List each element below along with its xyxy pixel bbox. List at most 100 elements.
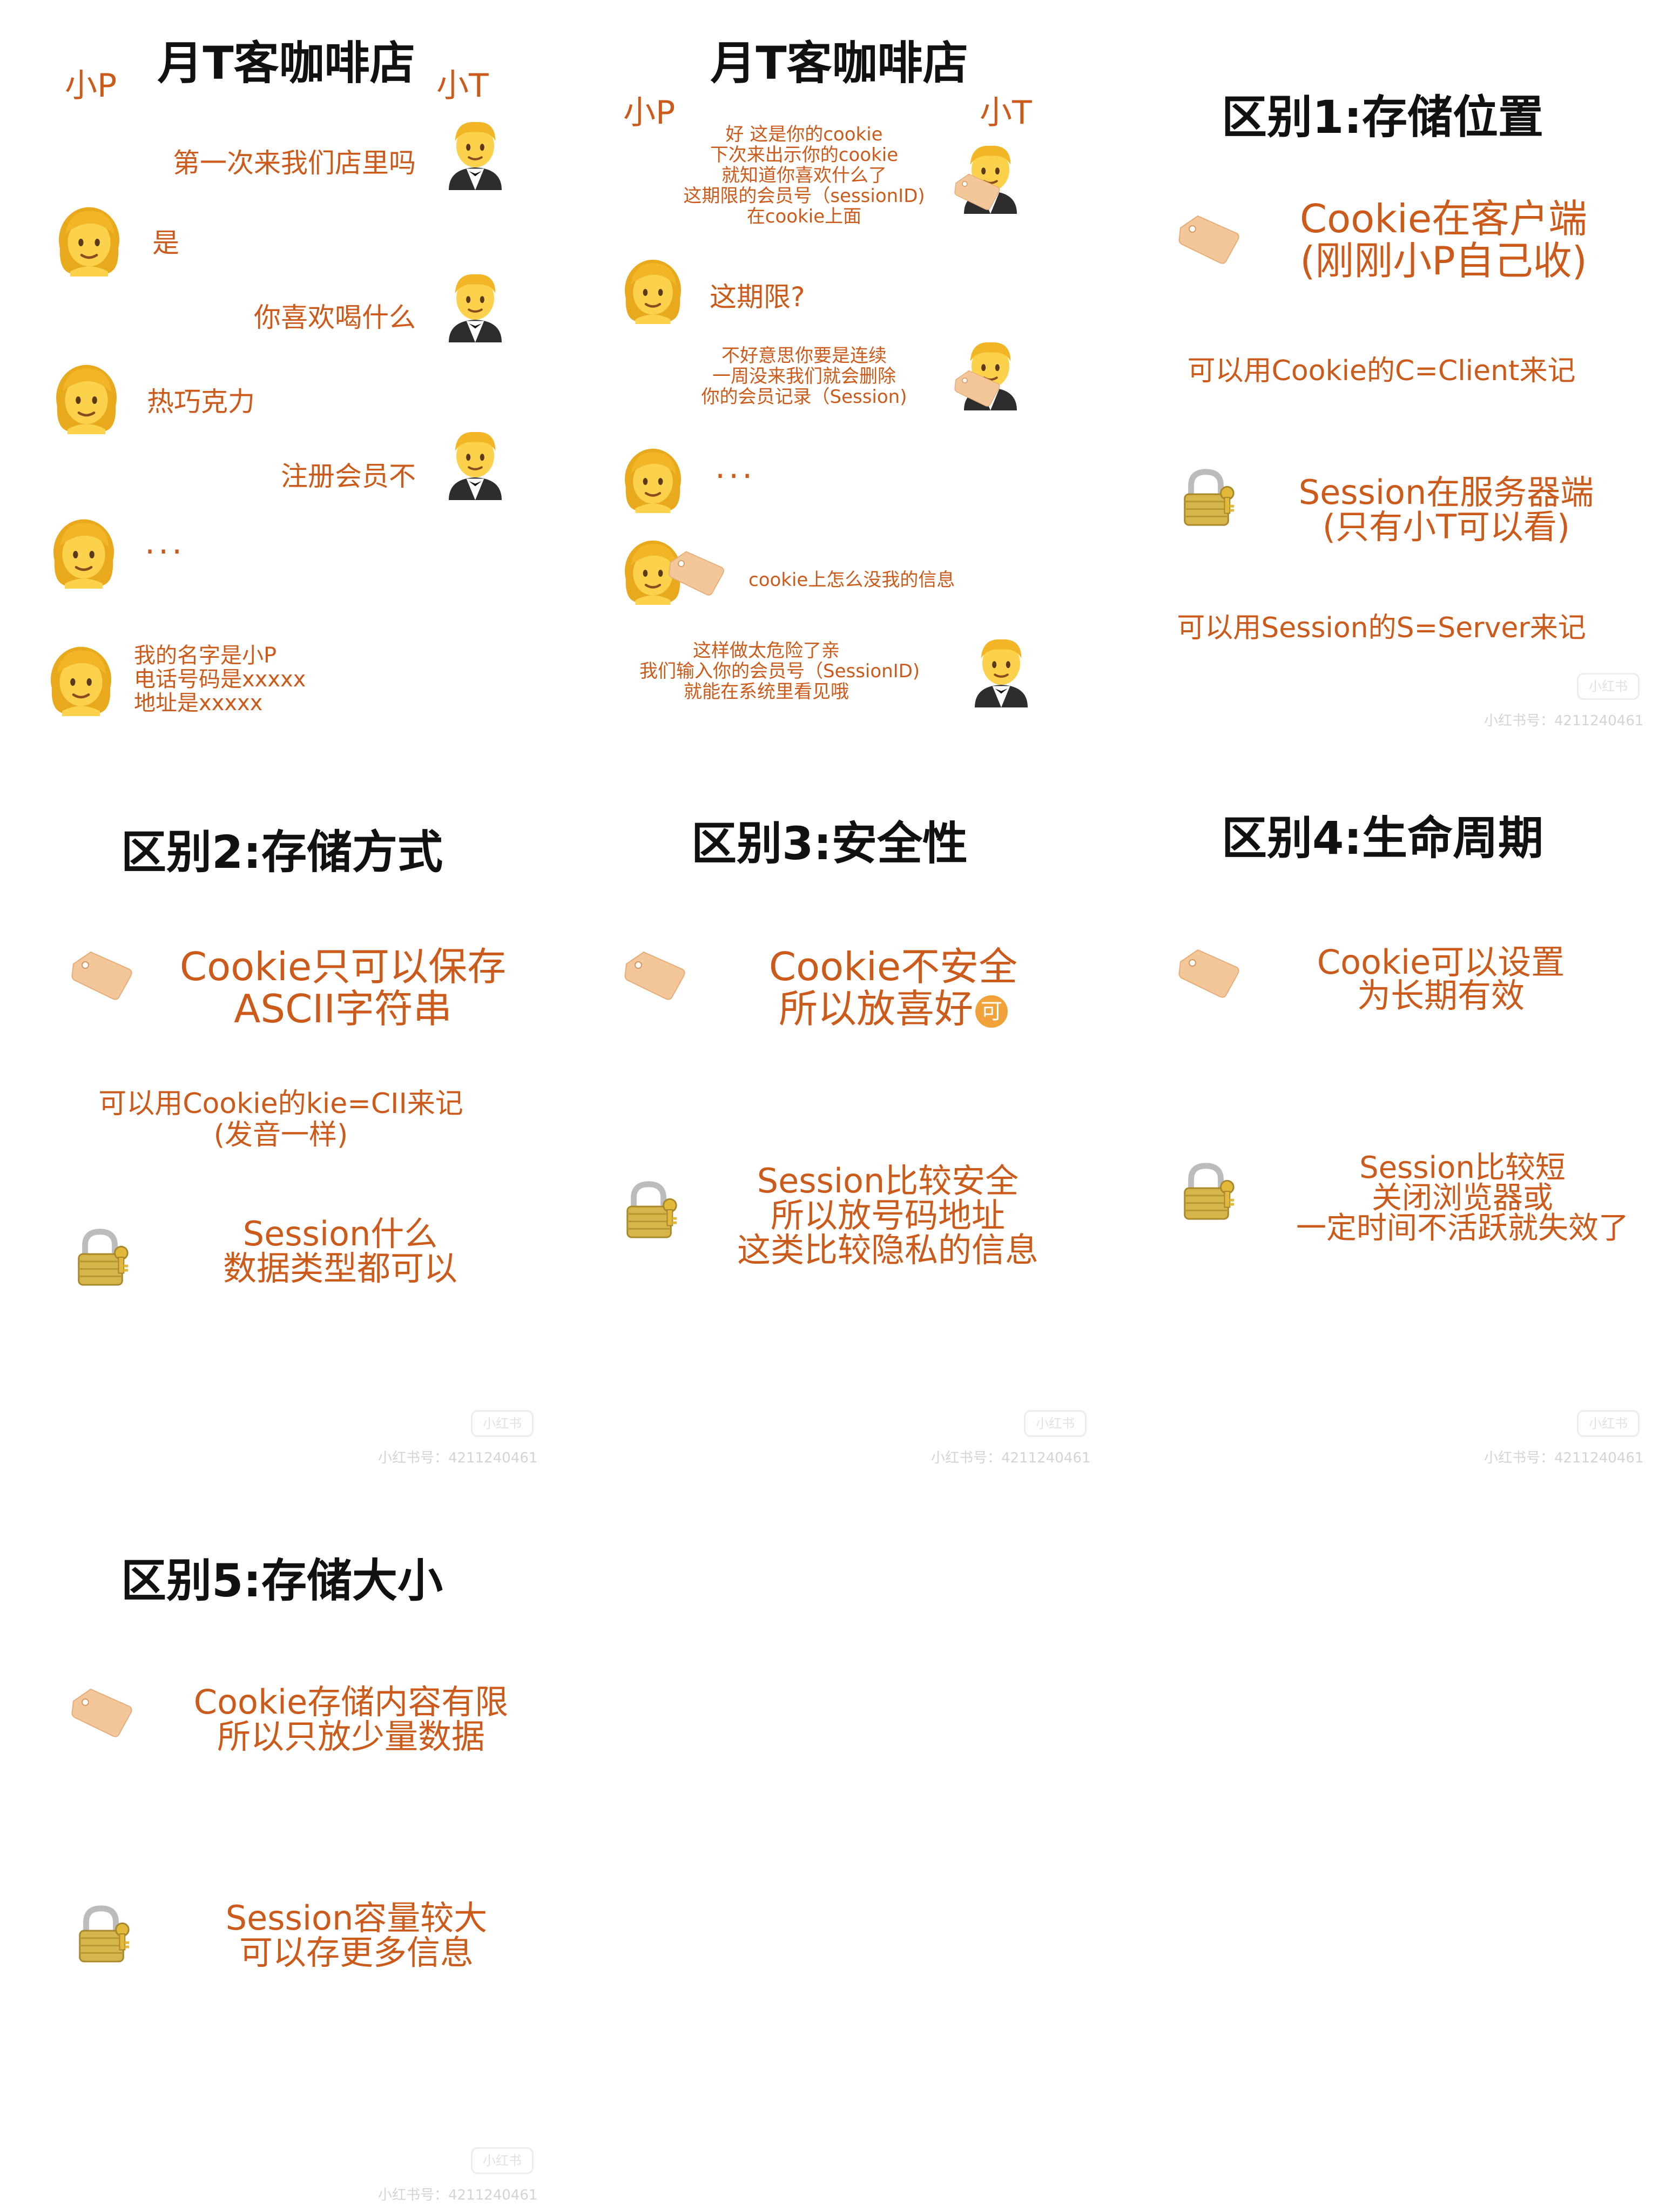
chat-message-xiaot-expiry: 不好意思你要是连续 一周没来我们就会删除 你的会员记录（Session)	[677, 346, 931, 407]
text-line: (发音一样)	[213, 1119, 348, 1151]
message-line: 就知道你喜欢什么了	[721, 165, 887, 186]
text-line: Cookie可以设置	[1317, 942, 1565, 982]
text-line: 所以放喜好可	[715, 988, 1071, 1030]
panel-title: 区别2:存储方式	[120, 826, 443, 879]
text-line: Session比较安全	[757, 1161, 1019, 1201]
watermark-text: 小红书号：4211240461	[378, 1450, 538, 1466]
cookie-size-text: Cookie存储内容有限 所以只放少量数据	[173, 1685, 529, 1754]
text-line: (刚刚小P自己收)	[1300, 238, 1587, 284]
watermark-badge: 小红书	[1024, 1410, 1087, 1437]
text-line: 一定时间不活跃就失效了	[1296, 1211, 1629, 1246]
cookie-mnemonic-note: 可以用Cookie的kie=CII来记 (发音一样)	[32, 1088, 529, 1151]
watermark-badge: 小红书	[1577, 673, 1640, 700]
man-in-tuxedo-icon	[437, 424, 513, 500]
session-mnemonic-note: 可以用Session的S=Server来记	[1177, 612, 1586, 644]
lock-with-key-icon	[70, 1903, 134, 1967]
panel-cafe-dialogue-2: 月T客咖啡店 小P 小T 好 这是你的cookie 下次来出示你的cookie …	[553, 0, 1106, 737]
woman-emoji-icon	[618, 443, 688, 513]
woman-emoji-icon	[49, 359, 124, 434]
panel-title: 区别1:存储位置	[1221, 91, 1544, 144]
speaker-label-xiaot: 小T	[980, 94, 1032, 132]
text-line: Session比较短	[1359, 1150, 1566, 1185]
panel-title: 月T客咖啡店	[710, 37, 968, 90]
panel-difference-3-security: 区别3:安全性 Cookie不安全 所以放喜好可 Session比较安全 所以放…	[553, 737, 1106, 1474]
lock-with-key-icon	[1175, 467, 1239, 530]
panel-difference-2-storage-type: 区别2:存储方式 Cookie只可以保存 ASCII字符串 可以用Cookie的…	[0, 737, 553, 1474]
text-line: 数据类型都可以	[222, 1249, 457, 1288]
panel-title: 区别5:存储大小	[120, 1554, 443, 1607]
message-line: 你的会员记录（Session)	[701, 386, 907, 408]
watermark-badge: 小红书	[471, 2147, 534, 2174]
text-line: Cookie存储内容有限	[193, 1682, 509, 1722]
text-line: 可以用Cookie的kie=CII来记	[98, 1088, 463, 1120]
ke-badge-text: 可	[981, 999, 1002, 1024]
message-line: 这期限的会员号（sessionID)	[683, 185, 925, 207]
speaker-label-xiaot: 小T	[436, 67, 489, 105]
text-line: 这类比较隐私的信息	[737, 1230, 1038, 1270]
chat-message-xiaop: 这期限?	[710, 281, 805, 313]
session-location-text: Session在服务器端 (只有小T可以看)	[1263, 475, 1630, 544]
lock-with-key-icon	[69, 1226, 133, 1290]
woman-emoji-icon	[618, 254, 688, 324]
message-line: 就能在系统里看见哦	[684, 681, 849, 703]
watermark-badge-text: 小红书	[1589, 1416, 1628, 1431]
message-line: 电话号码是xxxxx	[134, 667, 306, 692]
session-security-text: Session比较安全 所以放号码地址 这类比较隐私的信息	[693, 1164, 1082, 1267]
panel-difference-4-lifecycle: 区别4:生命周期 Cookie可以设置 为长期有效 Session比较短 关闭浏…	[1106, 737, 1659, 1474]
chat-message-xiaot-cookie: 好 这是你的cookie 下次来出示你的cookie 就知道你喜欢什么了 这期限…	[677, 124, 931, 227]
watermark-text: 小红书号：4211240461	[1484, 1450, 1644, 1466]
text-line: ASCII字符串	[234, 986, 452, 1031]
cookie-mnemonic-note: 可以用Cookie的C=Client来记	[1187, 355, 1576, 387]
text-line: Cookie不安全	[768, 944, 1018, 989]
message-line: 地址是xxxxx	[134, 691, 263, 716]
cookie-location-text: Cookie在客户端 (刚刚小P自己收)	[1268, 198, 1619, 282]
message-line: 好 这是你的cookie	[725, 124, 883, 145]
session-storage-text: Session什么 数据类型都可以	[162, 1217, 518, 1286]
message-line: 在cookie上面	[746, 206, 862, 227]
watermark-badge: 小红书	[1577, 1410, 1640, 1437]
label-tag-icon	[622, 948, 687, 1002]
watermark-text: 小红书号：4211240461	[378, 2187, 538, 2203]
text-line: (只有小T可以看)	[1322, 507, 1570, 547]
cookie-security-text: Cookie不安全 所以放喜好可	[715, 946, 1071, 1030]
panel-title: 区别4:生命周期	[1221, 812, 1544, 865]
chat-message-xiaot: 你喜欢喝什么	[254, 302, 416, 333]
text-line: Session在服务器端	[1298, 473, 1594, 512]
session-size-text: Session容量较大 可以存更多信息	[184, 1901, 529, 1970]
chat-message-xiaop: 热巧克力	[147, 386, 255, 417]
chat-message-xiaop: ...	[145, 524, 186, 562]
label-tag-icon	[953, 367, 1001, 408]
man-in-tuxedo-icon	[963, 632, 1039, 707]
text-line: Cookie在客户端	[1299, 196, 1588, 241]
message-line: 一周没来我们就会删除	[712, 366, 896, 387]
text-line: 所以放号码地址	[770, 1196, 1005, 1235]
watermark-badge-text: 小红书	[1589, 679, 1628, 694]
panel-title: 区别3:安全性	[691, 817, 968, 870]
text-line: Session容量较大	[225, 1898, 488, 1938]
watermark-badge-text: 小红书	[483, 2153, 522, 2168]
lock-with-key-icon	[618, 1179, 682, 1243]
speaker-label-xiaop: 小P	[65, 67, 117, 105]
label-tag-icon	[69, 948, 134, 1002]
chat-message-xiaot-security: 这样做太危险了亲 我们输入你的会员号（SessionID) 就能在系统里看见哦	[639, 640, 920, 703]
man-in-tuxedo-icon	[437, 267, 513, 342]
watermark-badge-text: 小红书	[483, 1416, 522, 1431]
panel-difference-1-storage-location: 区别1:存储位置 Cookie在客户端 (刚刚小P自己收) 可以用Cookie的…	[1106, 0, 1659, 737]
chat-message-xiaop: cookie上怎么没我的信息	[748, 569, 955, 591]
watermark-badge: 小红书	[471, 1410, 534, 1437]
woman-emoji-icon	[51, 201, 127, 276]
text-line: Cookie只可以保存	[179, 944, 507, 989]
chat-message-xiaop: ...	[715, 448, 756, 486]
text-line: 可以存更多信息	[239, 1933, 474, 1972]
label-tag-icon	[953, 171, 1001, 212]
text-line: 关闭浏览器或	[1372, 1181, 1553, 1216]
label-tag-icon	[1176, 212, 1241, 266]
speaker-label-xiaop: 小P	[623, 94, 676, 132]
ke-badge-icon: 可	[975, 995, 1008, 1028]
message-line: 不好意思你要是连续	[721, 345, 887, 367]
chat-message-xiaop-details: 我的名字是小P 电话号码是xxxxx 地址是xxxxx	[134, 644, 306, 715]
message-line: 这样做太危险了亲	[693, 640, 840, 662]
label-tag-icon	[1176, 946, 1241, 1000]
message-line: 我的名字是小P	[134, 643, 277, 668]
text-line: 所以只放少量数据	[217, 1717, 485, 1756]
